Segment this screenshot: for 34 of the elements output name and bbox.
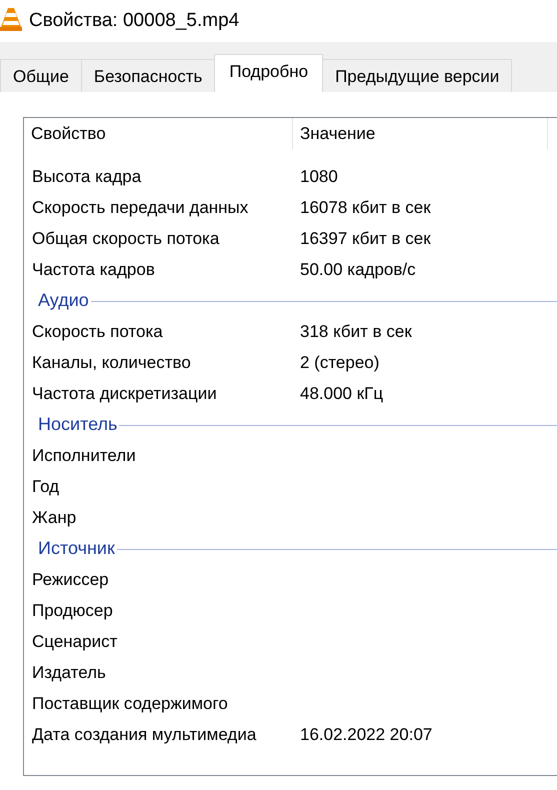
tab[interactable]: Предыдущие версии <box>322 59 512 92</box>
table-cell-text: Дата создания мультимедиа <box>31 724 258 744</box>
table-cell-text: Каналы, количество <box>31 352 192 372</box>
group-heading: Носитель <box>38 414 118 435</box>
table-cell-text: Высота кадра <box>31 166 142 186</box>
table-cell-text: Год <box>31 476 60 496</box>
table-cell-text: 1080 <box>299 166 338 186</box>
table-cell-text: Скорость передачи данных <box>31 198 250 218</box>
table-cell-text: 16397 кбит в сек <box>299 228 431 248</box>
tab[interactable]: Общие <box>0 59 82 92</box>
table-cell-text: 50.00 кадров/с <box>299 260 416 280</box>
column-header[interactable]: Свойство <box>24 118 293 149</box>
table-cell-text: Частота кадров <box>31 260 156 280</box>
table-cell-text: 2 (стерео) <box>299 352 380 372</box>
table-cell-text: Продюсер <box>31 600 114 620</box>
table-cell-text: Жанр <box>31 508 78 528</box>
table-cell-text: Скорость потока <box>31 322 164 342</box>
table-cell-text: Исполнители <box>31 446 137 466</box>
table-cell-text: 318 кбит в сек <box>299 322 412 342</box>
table-cell-text: Режиссер <box>31 570 110 590</box>
table-cell-text: Сценарист <box>31 632 118 652</box>
group-heading: Источник <box>38 538 115 559</box>
column-header[interactable]: Значение <box>293 118 548 149</box>
traffic-cone-icon <box>0 7 22 31</box>
table-cell-text: Издатель <box>31 662 107 682</box>
table-cell-text: Поставщик содержимого <box>31 694 229 714</box>
table-cell-text: 16.02.2022 20:07 <box>299 724 432 744</box>
table-cell-text: 16078 кбит в сек <box>299 198 431 218</box>
window-title: Свойства: 00008_5.mp4 <box>29 10 240 32</box>
table-cell-text: Частота дискретизации <box>31 384 218 404</box>
group-heading: Аудио <box>38 290 89 311</box>
table-cell-text: 48.000 кГц <box>299 384 384 404</box>
table-cell-text: Общая скорость потока <box>31 228 220 248</box>
tab[interactable]: Подробно <box>214 54 324 92</box>
